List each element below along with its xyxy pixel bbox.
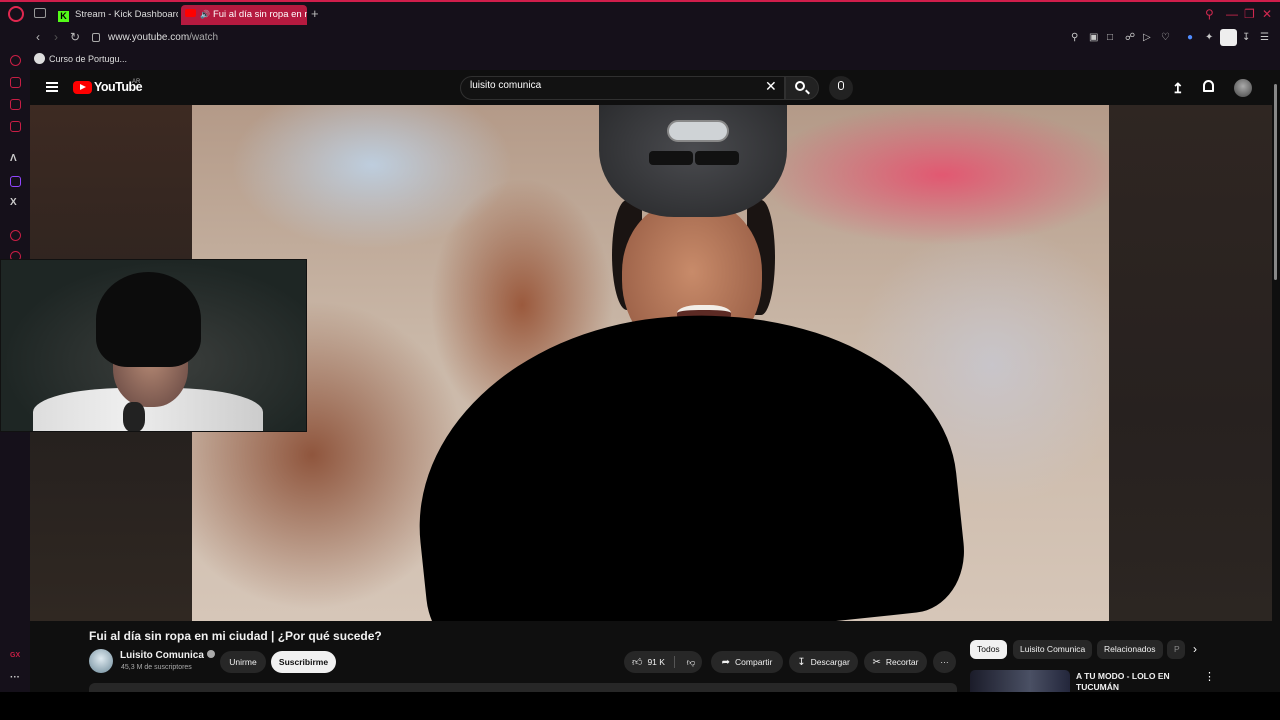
bookmark-item[interactable]: Curso de Portugu...	[49, 54, 127, 64]
scissors-icon: ✂	[872, 657, 881, 668]
taskbar-area	[0, 692, 1280, 720]
puzzle-icon[interactable]: ✦	[1205, 32, 1213, 43]
helmet	[599, 105, 787, 217]
chip-relacionados[interactable]: Relacionados	[1097, 640, 1163, 659]
gx-corner-icon[interactable]	[10, 55, 21, 66]
extension-avatar-icon[interactable]	[1220, 29, 1237, 46]
aria-icon[interactable]: Λ	[10, 153, 17, 164]
minimize-button[interactable]: —	[1226, 7, 1238, 21]
channel-avatar[interactable]	[89, 649, 113, 673]
chip-todos[interactable]: Todos	[970, 640, 1007, 659]
snapshot-icon[interactable]: ▣	[1089, 32, 1098, 43]
more-vert-icon[interactable]: ⋮	[1204, 670, 1215, 683]
thumbs-down-icon: 👎︎	[686, 657, 696, 667]
tab-youtube-video[interactable]: 🔊Fui al día sin ropa en mi ciudad	[181, 5, 307, 25]
search-input[interactable]	[470, 80, 750, 91]
twitch-icon[interactable]	[10, 176, 21, 187]
maximize-button[interactable]: ❐	[1244, 7, 1255, 21]
scrollbar-thumb[interactable]	[1274, 84, 1277, 280]
opera-gx-logo-icon[interactable]	[8, 6, 24, 22]
verified-icon	[206, 650, 215, 658]
share-button[interactable]: ➦ Compartir	[711, 651, 783, 673]
url-path: /watch	[189, 32, 219, 43]
helmet-vent	[649, 151, 693, 165]
new-tab-button[interactable]: +	[311, 6, 319, 21]
history-icon[interactable]	[10, 230, 21, 241]
shield-icon[interactable]: ☍	[1125, 32, 1135, 43]
bag-icon[interactable]	[10, 77, 21, 88]
video-title: Fui al día sin ropa en mi ciudad | ¿Por …	[89, 629, 382, 643]
channel-name-text: Luisito Comunica	[120, 650, 204, 661]
like-divider	[674, 656, 675, 668]
share-icon: ➦	[721, 657, 731, 668]
back-button[interactable]: ‹	[36, 30, 40, 44]
subscriber-count: 45,3 M de suscriptores	[121, 664, 192, 671]
recommended-video-thumbnail[interactable]	[970, 670, 1070, 692]
streamer-webcam	[0, 259, 307, 432]
hamburger-menu-icon[interactable]	[46, 82, 58, 92]
clip-label: Recortar	[885, 657, 919, 667]
chip-luisito-comunica[interactable]: Luisito Comunica	[1013, 640, 1093, 659]
lock-icon[interactable]	[92, 33, 100, 42]
microphone-icon	[838, 81, 844, 90]
bookmark-favicon-icon	[34, 53, 45, 64]
download-label: Descargar	[810, 657, 850, 667]
share-label: Compartir	[735, 657, 773, 667]
tab-islands-icon[interactable]	[34, 8, 46, 18]
download-icon[interactable]: ↧	[1242, 32, 1250, 43]
menu-icon[interactable]: ☰	[1260, 32, 1269, 43]
speaker-icon[interactable]: 🔊	[200, 5, 210, 25]
close-button[interactable]: ✕	[1262, 7, 1272, 21]
chevron-right-icon[interactable]: ›	[1193, 642, 1197, 656]
channel-name[interactable]: Luisito Comunica	[120, 650, 215, 661]
subscribe-button[interactable]: Suscribirme	[271, 651, 336, 673]
upload-icon[interactable]: ↥	[1172, 80, 1184, 97]
zoom-icon[interactable]: ⚲	[1071, 32, 1078, 43]
like-count: 91 K	[647, 657, 665, 667]
clear-search-icon[interactable]: ✕	[765, 78, 777, 95]
heart-icon[interactable]: ♡	[1161, 32, 1170, 43]
gx-badge: GX	[10, 652, 21, 659]
download-icon: ↧	[797, 657, 806, 668]
clip-button[interactable]: ✂ Recortar	[864, 651, 927, 673]
reload-button[interactable]: ↻	[70, 30, 80, 44]
search-icon[interactable]: ⚲	[1205, 7, 1214, 21]
messenger-icon[interactable]	[10, 99, 21, 110]
account-avatar[interactable]	[1234, 79, 1252, 97]
video-frame[interactable]	[192, 105, 1109, 621]
webcam-hair	[96, 272, 201, 367]
bookmarks-bar	[0, 50, 1280, 70]
play-icon[interactable]: ▷	[1143, 32, 1151, 43]
helmet-vent	[695, 151, 739, 165]
download-button[interactable]: ↧ Descargar	[789, 651, 858, 673]
crop-icon[interactable]: □	[1107, 32, 1113, 43]
sidebar-more-icon[interactable]: ···	[10, 672, 20, 683]
webcam-microphone	[123, 402, 145, 431]
tab-label: Fui al día sin ropa en mi ciudad	[212, 9, 307, 20]
join-button[interactable]: Unirme	[220, 651, 266, 673]
youtube-icon	[185, 9, 196, 17]
chip-partial[interactable]: P	[1167, 640, 1185, 659]
x-icon[interactable]: X	[10, 197, 17, 208]
url-field[interactable]: www.youtube.com/watch	[108, 32, 218, 43]
kick-icon: K	[58, 11, 69, 22]
tab-label: Stream - Kick Dashboard	[75, 9, 178, 20]
more-actions-button[interactable]: ···	[933, 651, 956, 673]
recommended-video-title[interactable]: A TU MODO - LOLO EN TUCUMÁN	[1076, 671, 1196, 693]
search-icon	[795, 81, 805, 91]
tab-kick-dashboard[interactable]: K Stream - Kick Dashboard	[54, 5, 178, 25]
helmet-light	[667, 120, 729, 142]
dislike-button[interactable]: 👎︎	[680, 651, 702, 673]
youtube-logo-icon[interactable]	[73, 81, 92, 94]
gx-player-icon[interactable]	[10, 121, 21, 132]
notifications-bell-icon[interactable]	[1203, 80, 1214, 92]
forward-button[interactable]: ›	[54, 30, 58, 44]
extension-icon[interactable]: ●	[1187, 32, 1193, 43]
country-code: AR	[132, 79, 141, 85]
video-blur-right	[1109, 105, 1272, 621]
thumbs-up-icon: 👍︎	[632, 657, 643, 668]
url-domain: www.youtube.com	[108, 32, 190, 43]
censor-blob	[399, 288, 971, 621]
